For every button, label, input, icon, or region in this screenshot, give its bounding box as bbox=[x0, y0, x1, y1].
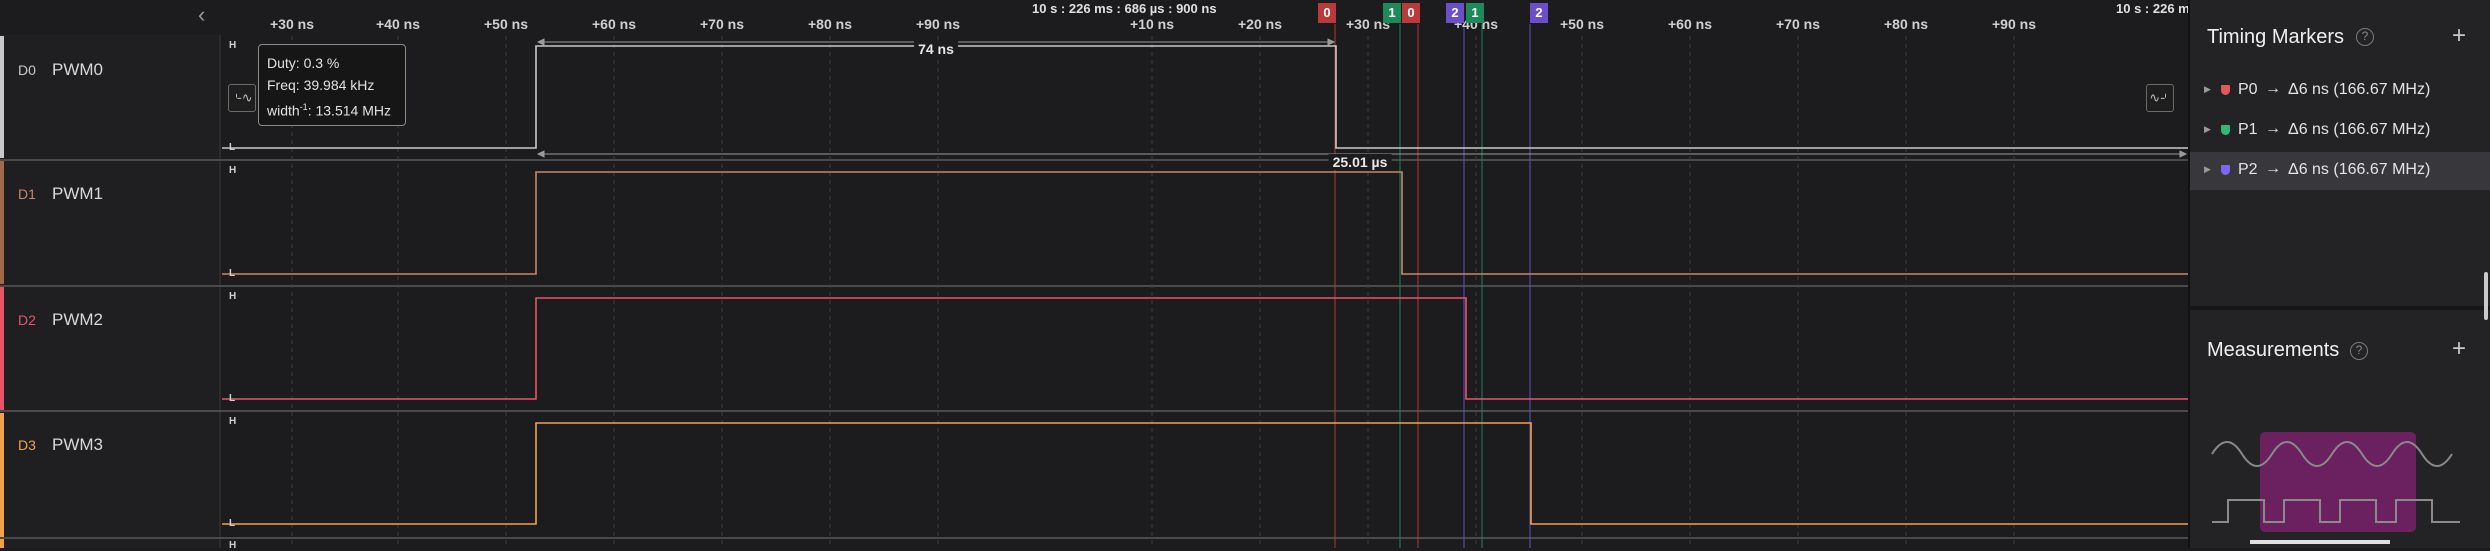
level-high-d0: H bbox=[229, 40, 237, 51]
time-tick-label: +70 ns bbox=[1776, 16, 1820, 32]
time-tick-label: +20 ns bbox=[1238, 16, 1282, 32]
time-tick-label: +80 ns bbox=[808, 16, 852, 32]
tooltip-duty: Duty: 0.3 % bbox=[267, 55, 340, 71]
panel-scrollbar[interactable] bbox=[2484, 272, 2488, 320]
timing-markers-help-icon[interactable]: ? bbox=[2356, 28, 2374, 46]
marker-color-icon bbox=[2221, 85, 2230, 95]
level-low-d0: L bbox=[229, 142, 236, 153]
channel-id-d2: D2 bbox=[18, 312, 36, 328]
pulse-width-measurement: 74 ns bbox=[914, 41, 958, 57]
timing-marker-flag-0a[interactable]: 0 bbox=[1318, 3, 1336, 23]
right-side-panel: Timing Markers ? + ▶ P0 → Δ6 ns (166.67 … bbox=[2188, 0, 2490, 548]
timeline-center-timestamp: 10 s : 226 ms : 686 µs : 900 ns bbox=[1032, 1, 1217, 16]
timing-marker-flag-2b[interactable]: 2 bbox=[1530, 3, 1548, 23]
marker-color-icon bbox=[2221, 165, 2230, 175]
add-measurement-icon[interactable]: + bbox=[2452, 335, 2466, 363]
timing-marker-flag-1a[interactable]: 1 bbox=[1383, 3, 1401, 23]
marker-color-icon bbox=[2221, 125, 2230, 135]
time-tick-label: +60 ns bbox=[592, 16, 636, 32]
marker-delta: Δ6 ns (166.67 MHz) bbox=[2288, 161, 2431, 178]
time-tick-label: +90 ns bbox=[916, 16, 960, 32]
channel-id-d3: D3 bbox=[18, 437, 36, 453]
channel-color-bar-d0 bbox=[0, 36, 4, 158]
level-high-d1: H bbox=[229, 165, 237, 176]
timing-marker-flag-0b[interactable]: 0 bbox=[1402, 3, 1420, 23]
time-tick-label: +10 ns bbox=[1130, 16, 1174, 32]
timing-marker-row-p2[interactable]: ▶ P2 → Δ6 ns (166.67 MHz) bbox=[2190, 152, 2490, 190]
timeline-right-timestamp: 10 s : 226 m bbox=[2116, 1, 2190, 16]
measurements-help-icon[interactable]: ? bbox=[2350, 342, 2368, 360]
tooltip-freq: Freq: 39.984 kHz bbox=[267, 77, 375, 93]
timing-marker-row-p1[interactable]: ▶ P1 → Δ6 ns (166.67 MHz) bbox=[2190, 112, 2490, 150]
marker-delta: Δ6 ns (166.67 MHz) bbox=[2288, 81, 2431, 98]
level-low-d1: L bbox=[229, 268, 236, 279]
period-measurement: 25.01 µs bbox=[1328, 154, 1392, 170]
time-tick-label: +30 ns bbox=[270, 16, 314, 32]
arrow-right-icon: → bbox=[2265, 80, 2281, 97]
channel-id-d0: D0 bbox=[18, 62, 36, 78]
measurement-tooltip: Duty: 0.3 % Freq: 39.984 kHz width-1: 13… bbox=[258, 44, 406, 126]
channel-name-pwm2[interactable]: PWM2 bbox=[52, 310, 103, 330]
channel-color-bar-d1 bbox=[0, 161, 4, 284]
level-high-d4: H bbox=[229, 540, 237, 551]
prev-edge-button[interactable]: ⌎∿ bbox=[228, 84, 256, 112]
time-tick-label: +60 ns bbox=[1668, 16, 1712, 32]
level-low-d2: L bbox=[229, 393, 236, 404]
channel-color-bar-d2 bbox=[0, 287, 4, 410]
timing-marker-flag-1b[interactable]: 1 bbox=[1466, 3, 1484, 23]
marker-name: P1 bbox=[2238, 121, 2258, 138]
timing-markers-title: Timing Markers bbox=[2207, 26, 2345, 48]
level-high-d2: H bbox=[229, 291, 237, 302]
time-tick-label: +90 ns bbox=[1992, 16, 2036, 32]
time-tick-label: +50 ns bbox=[1560, 16, 1604, 32]
add-timing-marker-icon[interactable]: + bbox=[2452, 22, 2466, 50]
measurements-title: Measurements bbox=[2207, 339, 2340, 361]
channel-color-bar-d3 bbox=[0, 413, 4, 548]
marker-name: P0 bbox=[2238, 81, 2258, 98]
arrow-right-icon: → bbox=[2265, 120, 2281, 137]
tooltip-width: width-1: 13.514 MHz bbox=[267, 102, 391, 119]
next-edge-button[interactable]: ∿⌏ bbox=[2146, 84, 2174, 112]
marker-name: P2 bbox=[2238, 161, 2258, 178]
channel-name-pwm3[interactable]: PWM3 bbox=[52, 435, 103, 455]
expand-caret-icon[interactable]: ▶ bbox=[2204, 84, 2211, 95]
timing-marker-row-p0[interactable]: ▶ P0 → Δ6 ns (166.67 MHz) bbox=[2190, 72, 2490, 110]
level-high-d3: H bbox=[229, 416, 237, 427]
time-tick-label: +40 ns bbox=[376, 16, 420, 32]
timing-marker-flag-2a[interactable]: 2 bbox=[1446, 3, 1464, 23]
arrow-right-icon: → bbox=[2265, 160, 2281, 177]
marker-delta: Δ6 ns (166.67 MHz) bbox=[2288, 121, 2431, 138]
expand-caret-icon[interactable]: ▶ bbox=[2204, 164, 2211, 175]
expand-caret-icon[interactable]: ▶ bbox=[2204, 124, 2211, 135]
panel-divider bbox=[2190, 306, 2490, 310]
channel-name-pwm0[interactable]: PWM0 bbox=[52, 60, 103, 80]
time-tick-label: +80 ns bbox=[1884, 16, 1928, 32]
channel-id-d1: D1 bbox=[18, 186, 36, 202]
time-tick-label: +70 ns bbox=[700, 16, 744, 32]
measurements-illustration bbox=[2211, 432, 2460, 544]
level-low-d3: L bbox=[229, 518, 236, 529]
channel-name-pwm1[interactable]: PWM1 bbox=[52, 184, 103, 204]
time-tick-label: +50 ns bbox=[484, 16, 528, 32]
timeline-nav-left-icon[interactable]: ‹ bbox=[198, 2, 205, 28]
